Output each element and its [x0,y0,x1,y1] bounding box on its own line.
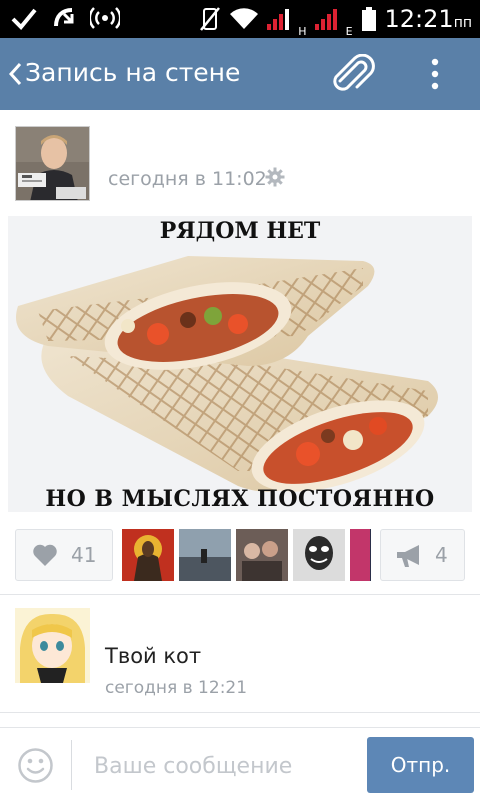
image-caption-top: РЯДОМ НЕТ [159,218,321,244]
app-bar: Запись на стене [0,38,480,110]
chevron-left-icon[interactable] [6,61,24,87]
author-avatar[interactable] [15,126,90,201]
signal-strength-1 [267,8,290,30]
shares-count: 4 [435,543,448,567]
hotspot-icon [90,7,120,29]
liker-avatar[interactable] [350,529,371,581]
post-timestamp: сегодня в 11:02 [108,168,267,190]
like-button[interactable]: 41 [15,529,113,581]
signal-strength-2 [314,8,337,30]
message-composer: Отпр. [0,727,480,800]
divider [0,594,480,595]
composer-divider [71,740,72,790]
likes-count: 41 [71,543,97,567]
checkmark-icon [11,8,37,30]
smiley-icon[interactable] [18,748,53,783]
network-type-2: E [345,25,353,38]
clock: 12:21пп [384,5,472,33]
vibrate-off-icon [200,7,221,31]
image-caption-bottom: НО В МЫСЛЯХ ПОСТОЯННО [45,486,435,512]
gear-icon [265,167,285,187]
megaphone-icon [397,545,419,567]
heart-icon [33,544,57,566]
wifi-icon [230,8,259,30]
liker-avatar[interactable] [236,529,288,581]
share-button[interactable]: 4 [380,529,465,581]
network-type-1: H [298,25,307,38]
missed-call-icon [54,8,74,27]
liker-avatar[interactable] [179,529,231,581]
more-vertical-icon[interactable] [424,58,446,92]
divider [0,712,480,713]
comment-timestamp: сегодня в 12:21 [105,678,248,698]
status-bar: H E 12:21пп [0,0,480,38]
comment-text: Твой кот [105,644,202,668]
paperclip-icon[interactable] [330,54,376,94]
battery-icon [361,7,376,31]
liker-avatars [122,529,371,581]
message-input[interactable] [94,748,354,784]
liker-avatar[interactable] [122,529,174,581]
post-image[interactable]: РЯДОМ НЕТ НО В МЫСЛЯХ ПОСТОЯННО [8,216,472,512]
page-title: Запись на стене [25,58,241,87]
liker-avatar[interactable] [293,529,345,581]
commenter-avatar[interactable] [15,608,90,683]
send-button[interactable]: Отпр. [367,737,474,793]
